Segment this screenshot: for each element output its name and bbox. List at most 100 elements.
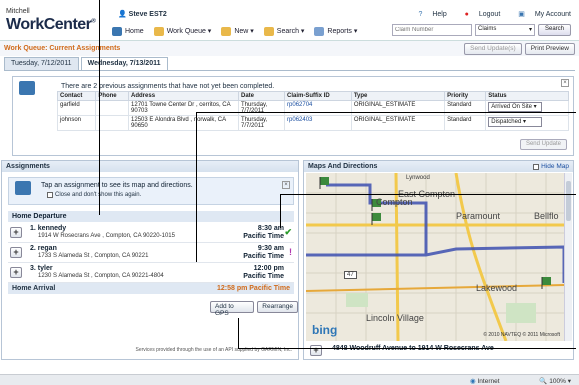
add-to-gps-button[interactable]: Add to GPS — [210, 301, 255, 317]
column-header: Status — [485, 91, 569, 101]
column-header: Phone — [95, 91, 130, 101]
claim-link[interactable]: rp062704 — [284, 100, 352, 116]
cell-priority: Standard — [444, 115, 487, 131]
home-icon — [112, 26, 122, 36]
previous-message: There are 2 previous assignments that ha… — [61, 83, 275, 90]
tab-wednesday[interactable]: Wednesday, 7/13/2011 — [80, 57, 168, 70]
arrival-time: 12:58 pm Pacific Time — [216, 285, 290, 292]
new-icon — [221, 26, 232, 36]
cell-date: Thursday, 7/7/2011 — [238, 100, 286, 116]
my-account-link[interactable]: ▣ My Account — [510, 11, 571, 18]
user-icon: 👤 — [118, 11, 127, 18]
claim-link[interactable]: rp062403 — [284, 115, 352, 131]
tab-divider — [4, 70, 575, 71]
assignment-actions: Add to GPS Rearrange — [210, 301, 298, 317]
logout-link[interactable]: ● Logout — [457, 11, 501, 18]
folder-icon — [153, 26, 164, 36]
expand-button[interactable]: + — [10, 227, 22, 238]
home-departure-row: Home Departure — [8, 211, 294, 222]
map-scrollbar[interactable] — [564, 173, 572, 341]
callout-line — [238, 318, 239, 348]
cell-contact: johnson — [56, 115, 97, 131]
map-label: Bellflo — [534, 211, 559, 221]
map-canvas[interactable]: Compton East Compton Paramount Bellflo L… — [306, 173, 564, 341]
column-header: Contact — [56, 91, 97, 101]
map-label: Lincoln Village — [366, 313, 424, 323]
maps-panel: Maps And Directions Hide Map Compton Eas… — [303, 160, 574, 360]
map-copyright: © 2010 NAVTEQ © 2011 Microsoft — [483, 332, 560, 338]
cell-type: ORIGINAL_ESTIMATE — [350, 115, 446, 131]
column-header: Type — [350, 91, 446, 101]
home-arrival-row: Home Arrival 12:58 pm Pacific Time — [8, 283, 294, 294]
zoom-level[interactable]: 🔍 100% ▾ — [539, 377, 571, 385]
stop-marker[interactable] — [371, 213, 381, 225]
date-tabs: Tuesday, 7/12/2011 Wednesday, 7/13/2011 — [4, 57, 168, 70]
logo-workcenter: WorkCenter® — [6, 16, 96, 33]
rearrange-button[interactable]: Rearrange — [257, 301, 298, 313]
zoom-icon: 🔍 — [539, 378, 548, 385]
map-label: Lynwood — [406, 175, 430, 181]
cell-status: Dispatched ▾ — [485, 115, 569, 131]
stop-name: 2. regan — [30, 245, 57, 252]
column-header: Date — [238, 91, 286, 101]
stop-time: 12:00 pm Pacific Time — [243, 265, 284, 280]
status-select[interactable]: Dispatched ▾ — [488, 117, 543, 127]
check-icon: ✔ — [284, 227, 292, 237]
stop-name: 1. kennedy — [30, 225, 67, 232]
cell-phone — [95, 115, 130, 131]
claim-number-input[interactable] — [391, 24, 472, 36]
nav-new[interactable]: New ▾ — [221, 25, 254, 37]
tab-tuesday[interactable]: Tuesday, 7/12/2011 — [4, 57, 79, 70]
message-icon — [15, 181, 31, 195]
work-queue-actions: Send Update(s) Print Preview — [464, 43, 575, 55]
stop-address: 1914 W Rosecrans Ave , Compton, CA 90220… — [38, 233, 175, 239]
callout-line — [280, 194, 281, 228]
table-row: johnson 12503 E Alondra Blvd , norwalk, … — [56, 115, 569, 131]
help-link[interactable]: ? Help — [410, 11, 446, 18]
list-item[interactable]: + 1. kennedy 1914 W Rosecrans Ave , Comp… — [8, 223, 294, 243]
stop-address: 1733 S Alameda St , Compton, CA 90221 — [38, 253, 149, 259]
close-icon[interactable]: × — [282, 181, 290, 189]
top-links: ? Help ● Logout ▣ My Account — [402, 10, 571, 18]
column-header: Claim-Suffix ID — [284, 91, 352, 101]
chevron-down-icon: ▾ — [528, 27, 532, 33]
nav-work-queue[interactable]: Work Queue ▾ — [153, 25, 211, 37]
stop-time: 9:30 am Pacific Time — [243, 245, 284, 260]
callout-line — [196, 112, 197, 262]
search-scope-select[interactable]: Claims ▾ — [474, 24, 535, 36]
search-icon — [263, 26, 274, 36]
close-icon[interactable]: × — [561, 79, 569, 87]
status-select[interactable]: Arrived On Site ▾ — [488, 102, 543, 112]
list-item[interactable]: + 2. regan 1733 S Alameda St , Compton, … — [8, 243, 294, 263]
route-line — [306, 183, 564, 283]
app-header: Mitchell WorkCenter® 👤 Steve EST2 ? Help… — [0, 0, 579, 36]
expand-button[interactable]: + — [10, 247, 22, 258]
nav-home[interactable]: Home — [112, 25, 144, 37]
print-preview-button[interactable]: Print Preview — [524, 43, 575, 55]
search-button[interactable]: Search — [537, 24, 571, 36]
hide-map-toggle[interactable]: Hide Map — [533, 163, 569, 170]
cell-contact: garfield — [56, 100, 97, 116]
scroll-thumb[interactable] — [566, 181, 571, 221]
dont-show-checkbox[interactable]: Close and don't show this again. — [47, 192, 141, 198]
send-updates-button[interactable]: Send Update(s) — [464, 43, 522, 55]
stop-marker[interactable] — [319, 177, 329, 189]
bing-logo: bing — [312, 323, 338, 337]
cell-phone — [95, 100, 130, 116]
callout-line — [280, 194, 576, 195]
tip-message: Tap an assignment to see its map and dir… — [41, 182, 193, 189]
park-area — [506, 303, 536, 323]
checkbox-icon — [47, 192, 53, 198]
nav-reports[interactable]: Reports ▾ — [314, 25, 357, 37]
assignments-title: Assignments — [2, 161, 298, 172]
priority-icon: ! — [289, 247, 292, 257]
tip-box: Tap an assignment to see its map and dir… — [8, 177, 294, 205]
nav-search[interactable]: Search ▾ — [263, 25, 304, 37]
expand-button[interactable]: + — [310, 345, 322, 356]
directions-row[interactable]: + 4848 Woodruff Avenue to 1914 W Rosecra… — [306, 343, 564, 359]
send-update-button[interactable]: Send Update — [519, 139, 567, 150]
search-bar: Claims ▾ Search — [391, 24, 571, 36]
list-item[interactable]: + 3. tyler 1230 S Alameda St , Compton, … — [8, 263, 294, 283]
expand-button[interactable]: + — [10, 267, 22, 278]
stop-name: 3. tyler — [30, 265, 53, 272]
